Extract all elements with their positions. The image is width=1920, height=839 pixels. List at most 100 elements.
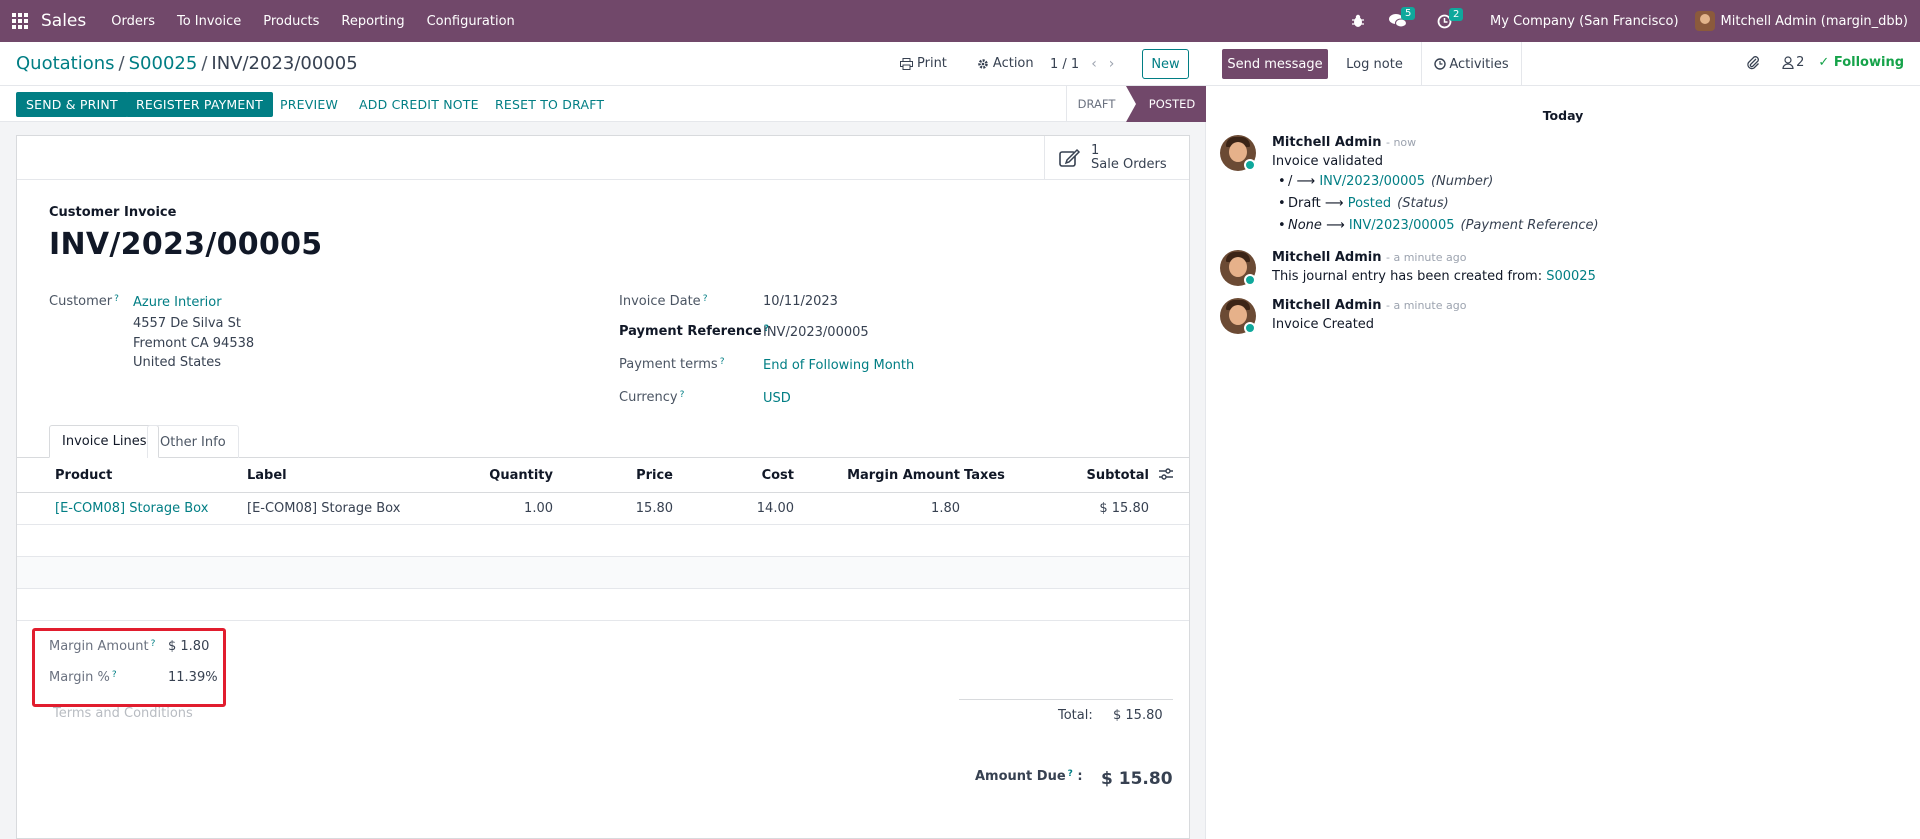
- col-cost[interactable]: Cost: [762, 468, 794, 483]
- col-product[interactable]: Product: [55, 468, 112, 483]
- stage-draft[interactable]: DRAFT: [1066, 86, 1126, 122]
- optional-columns-icon[interactable]: [1159, 468, 1173, 484]
- tab-other-info[interactable]: Other Info: [147, 425, 239, 458]
- messages-icon[interactable]: 5: [1389, 7, 1416, 29]
- send-print-button[interactable]: SEND & PRINT: [16, 92, 128, 117]
- invoice-number: INV/2023/00005: [49, 227, 323, 262]
- date-separator: Today: [1542, 108, 1584, 123]
- table-row[interactable]: [E-COM08] Storage Box [E-COM08] Storage …: [17, 493, 1189, 525]
- preview-button[interactable]: PREVIEW: [270, 92, 348, 117]
- document-type: Customer Invoice: [49, 205, 177, 220]
- add-credit-note-button[interactable]: ADD CREDIT NOTE: [349, 92, 489, 117]
- sale-orders-count: 1: [1091, 143, 1100, 158]
- register-payment-button[interactable]: REGISTER PAYMENT: [126, 92, 273, 117]
- margin-amount-value: $ 1.80: [168, 639, 210, 654]
- source-order-link[interactable]: S00025: [1546, 269, 1596, 284]
- gear-icon: [978, 58, 988, 69]
- debug-icon[interactable]: [1351, 14, 1365, 28]
- pager-value[interactable]: 1 / 1: [1050, 57, 1079, 72]
- currency-field[interactable]: USD: [763, 391, 791, 406]
- payment-reference-label: Payment Reference?: [619, 324, 769, 339]
- table-row-empty: [17, 589, 1189, 621]
- online-status-icon: [1244, 274, 1256, 286]
- col-quantity[interactable]: Quantity: [489, 468, 553, 483]
- total-label: Total:: [1058, 708, 1093, 723]
- terms-and-conditions-field[interactable]: Terms and Conditions: [53, 706, 193, 721]
- tracking-value: • None ⟶ INV/2023/00005 (Payment Reference…: [1278, 218, 1599, 233]
- user-icon: [1782, 56, 1794, 69]
- activities-button[interactable]: Activities: [1422, 42, 1522, 86]
- message-author[interactable]: Mitchell Admin - a minute ago: [1272, 250, 1466, 265]
- payment-reference-field[interactable]: INV/2023/00005: [763, 325, 869, 340]
- new-button[interactable]: New: [1142, 49, 1189, 79]
- row-label: [E-COM08] Storage Box: [247, 501, 401, 516]
- menu-products[interactable]: Products: [263, 14, 319, 29]
- breadcrumb: Quotations / S00025/INV/2023/00005: [16, 53, 358, 74]
- tracking-new-value[interactable]: Posted: [1348, 196, 1391, 211]
- col-subtotal[interactable]: Subtotal: [1086, 468, 1149, 483]
- log-note-button[interactable]: Log note: [1328, 42, 1422, 86]
- col-taxes[interactable]: Taxes: [964, 468, 1005, 483]
- address-line-3: United States: [133, 355, 222, 370]
- edit-icon: [1059, 148, 1081, 167]
- col-label[interactable]: Label: [247, 468, 287, 483]
- menu-configuration[interactable]: Configuration: [427, 14, 515, 29]
- totals-divider: [959, 699, 1173, 700]
- notebook-tabs: Invoice Lines Other Info: [17, 425, 1189, 458]
- activities-clock-icon[interactable]: 2: [1437, 7, 1464, 29]
- row-margin: 1.80: [931, 501, 960, 516]
- pager-next-icon[interactable]: ›: [1109, 56, 1115, 72]
- reset-to-draft-button[interactable]: RESET TO DRAFT: [485, 92, 614, 117]
- row-subtotal: $ 15.80: [1099, 501, 1149, 516]
- following-button[interactable]: ✓ Following: [1818, 55, 1904, 70]
- row-cost: 14.00: [756, 501, 794, 516]
- customer-address: 4557 De Silva St Fremont CA 94538 United…: [133, 314, 254, 373]
- customer-field[interactable]: Azure Interior: [133, 295, 222, 310]
- amount-due-value: $ 15.80: [1101, 769, 1173, 789]
- menu-reporting[interactable]: Reporting: [341, 14, 404, 29]
- sale-orders-label: Sale Orders: [1091, 157, 1167, 172]
- print-label: Print: [917, 56, 947, 71]
- breadcrumb-quotations[interactable]: Quotations: [16, 53, 115, 74]
- invoice-date-field[interactable]: 10/11/2023: [763, 294, 838, 309]
- arrow-right-icon: ⟶: [1324, 196, 1344, 211]
- action-button[interactable]: Action: [977, 56, 1034, 71]
- menu-to-invoice[interactable]: To Invoice: [177, 14, 241, 29]
- chatter-topbar: Send message Log note Activities 2 ✓ Fol…: [1206, 42, 1920, 86]
- action-label: Action: [992, 56, 1034, 71]
- sale-orders-smart-button[interactable]: 1 Sale Orders: [1044, 136, 1189, 180]
- address-line-1: 4557 De Silva St: [133, 316, 241, 331]
- tracking-new-value[interactable]: INV/2023/00005: [1319, 174, 1425, 189]
- address-line-2: Fremont CA 94538: [133, 335, 255, 351]
- pager-previous-icon[interactable]: ‹: [1091, 56, 1097, 72]
- total-value: $ 15.80: [1113, 708, 1163, 723]
- print-icon: [900, 57, 913, 70]
- messages-badge: 5: [1401, 7, 1416, 20]
- tracking-value: • Draft ⟶ Posted (Status): [1278, 196, 1449, 211]
- tab-invoice-lines[interactable]: Invoice Lines: [49, 425, 160, 458]
- followers-button[interactable]: 2: [1782, 55, 1804, 70]
- menu-orders[interactable]: Orders: [111, 14, 155, 29]
- col-margin-amount[interactable]: Margin Amount: [847, 468, 960, 483]
- user-menu[interactable]: Mitchell Admin (margin_dbb): [1694, 11, 1908, 31]
- status-bar: SEND & PRINT REGISTER PAYMENT PREVIEW AD…: [0, 86, 1206, 122]
- col-price[interactable]: Price: [636, 468, 673, 483]
- tracking-new-value[interactable]: INV/2023/00005: [1349, 218, 1455, 233]
- row-product[interactable]: [E-COM08] Storage Box: [55, 501, 208, 516]
- print-button[interactable]: Print: [900, 56, 947, 71]
- company-switcher[interactable]: My Company (San Francisco): [1490, 14, 1678, 29]
- app-name[interactable]: Sales: [41, 11, 86, 31]
- stage-posted[interactable]: POSTED: [1126, 86, 1206, 122]
- margin-summary-highlight: Margin Amount? $ 1.80 Margin %? 11.39%: [32, 628, 226, 707]
- amount-due-label: Amount Due? :: [975, 769, 1083, 784]
- send-message-button[interactable]: Send message: [1222, 49, 1328, 79]
- followers-count: 2: [1796, 55, 1805, 70]
- user-name: Mitchell Admin (margin_dbb): [1720, 13, 1908, 29]
- message-author[interactable]: Mitchell Admin - a minute ago: [1272, 298, 1466, 313]
- apps-menu-icon[interactable]: [2, 13, 38, 29]
- message-author[interactable]: Mitchell Admin - now: [1272, 135, 1416, 150]
- breadcrumb-order[interactable]: S00025: [129, 53, 198, 74]
- payment-terms-field[interactable]: End of Following Month: [763, 358, 914, 373]
- control-panel: Quotations / S00025/INV/2023/00005 Print A…: [0, 42, 1206, 86]
- attachment-icon[interactable]: [1746, 55, 1760, 70]
